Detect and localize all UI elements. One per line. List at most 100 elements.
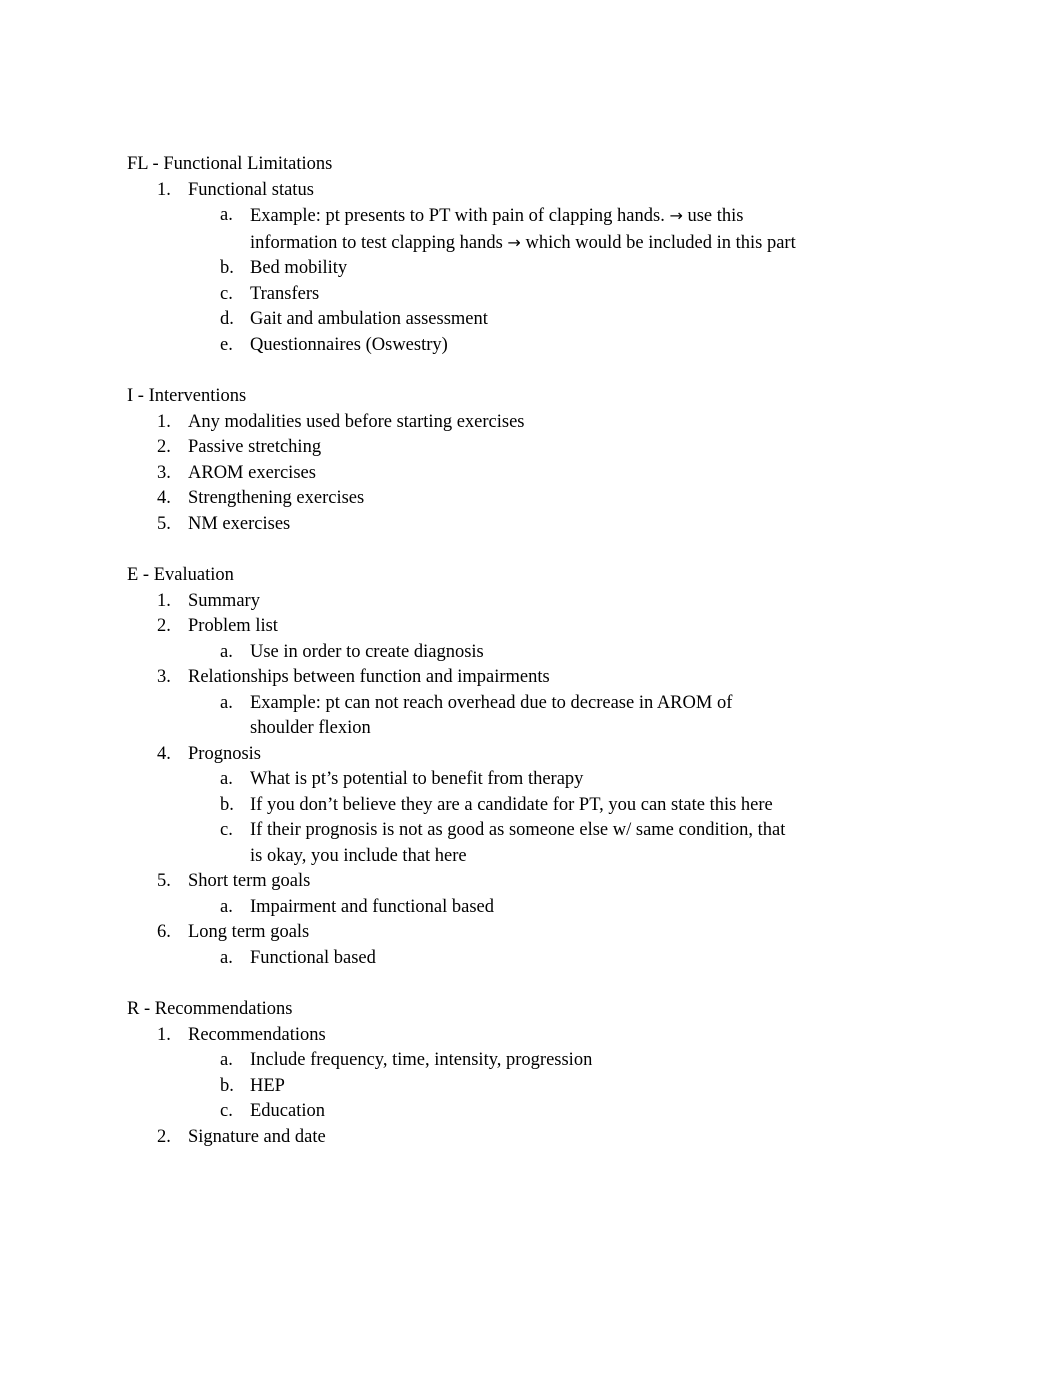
sub-list-item: b. HEP [188,1074,799,1100]
list-item: 2. Passive stretching [127,435,799,461]
outline-level1-list: 1. Summary 2. Problem list a. Use in order to… [127,589,799,972]
outline-level2-list: a. What is pt’s potential to benefit from… [188,767,799,869]
sub-list-marker: e. [220,334,233,355]
sub-list-item: a. Impairment and functional based [188,895,799,921]
sub-list-item: a. Example: pt presents to PT with pain o… [188,203,799,256]
section-heading: I - Interventions [127,386,247,406]
sub-list-marker: b. [220,794,234,815]
list-marker: 6. [157,922,171,942]
outline-level1-list: 1. Any modalities used before starting ex… [127,410,799,538]
list-marker: 3. [157,667,171,687]
document-page: FL - Functional Limitations 1. Functional … [0,0,1062,1377]
section-heading: FL - Functional Limitations [127,154,333,174]
sub-list-item-text: Bed mobility [250,258,348,278]
list-item: 2. Signature and date [127,1125,799,1151]
sub-list-item: b. Bed mobility [188,256,799,282]
list-item-text: NM exercises [188,513,291,534]
sub-list-item: a. Functional based [188,946,799,972]
sub-list-item-text: Include frequency, time, intensity, prog… [250,1050,593,1070]
sub-list-item-text: If their prognosis is not as good as som… [250,820,786,866]
sub-list-marker: a. [220,1050,233,1070]
outline-section: I - Interventions 1. Any modalities used b… [127,384,799,537]
outline-section: E - Evaluation 1. Summary 2. Problem list a. U… [127,563,799,971]
sub-list-marker: b. [220,258,234,278]
right-arrow-icon: → [669,206,683,225]
sub-list-marker: c. [220,283,233,304]
sub-list-marker: a. [220,205,233,225]
sub-list-item: c. If their prognosis is not as good as s… [188,818,799,869]
list-item: 3. AROM exercises [127,461,799,487]
sub-list-item: c. Education [188,1099,799,1125]
list-marker: 5. [157,513,171,534]
list-item: 1. Any modalities used before starting ex… [127,410,799,436]
sub-list-marker: b. [220,1075,234,1096]
list-item-text: AROM exercises [188,462,316,483]
list-item: 1. Recommendations a. Include frequency, ti… [127,1023,799,1125]
list-item: 6. Long term goals a. Functional based [127,920,799,971]
sub-list-item: a. Include frequency, time, intensity, pr… [188,1048,799,1074]
sub-list-item-text: Example: pt can not reach overhead due t… [250,692,733,739]
right-arrow-icon: → [507,232,521,252]
list-marker: 5. [157,871,171,891]
sub-list-item: b. If you don’t believe they are a candid… [188,793,799,819]
sub-list-item-text: Gait and ambulation assessment [250,309,488,329]
list-item-text: Signature and date [188,1126,326,1147]
sub-list-item-text: Example: pt presents to PT with pain of … [250,206,796,253]
list-marker: 4. [157,743,171,764]
sub-list-item-text: Transfers [250,283,320,304]
list-item-text: Short term goals [188,871,311,891]
sub-list-marker: d. [220,309,234,329]
outline-level1-list: 1. Recommendations a. Include frequency, ti… [127,1023,799,1151]
list-marker: 1. [157,1024,171,1045]
list-item: 1. Functional status a. Example: pt present… [127,178,799,359]
list-item: 4. Strengthening exercises [127,486,799,512]
document-body: FL - Functional Limitations 1. Functional … [127,152,799,1150]
list-item-text: Strengthening exercises [188,488,365,508]
outline-level2-list: a. Use in order to create diagnosis [188,640,799,666]
sub-list-item-text: If you don’t believe they are a candidat… [250,794,773,815]
section-heading: E - Evaluation [127,565,234,585]
outline-section: R - Recommendations 1. Recommendations a. In… [127,997,799,1150]
sub-list-item-text: Use in order to create diagnosis [250,641,484,662]
outline-level2-list: a. Example: pt presents to PT with pain o… [188,203,799,358]
sub-list-item-text: Questionnaires (Oswestry) [250,334,448,355]
list-item-text: Relationships between function and impai… [188,667,550,687]
list-marker: 3. [157,462,171,483]
sub-list-marker: a. [220,896,233,917]
list-marker: 1. [157,179,171,200]
outline-level2-list: a. Functional based [188,946,799,972]
list-item: 5. NM exercises [127,512,799,538]
list-item-text: Any modalities used before starting exer… [188,411,525,432]
list-item-text: Passive stretching [188,437,322,457]
list-item-text: Summary [188,590,260,611]
list-item: 2. Problem list a. Use in order to create d… [127,614,799,665]
list-marker: 1. [157,411,171,432]
sub-list-item-text: Education [250,1101,326,1121]
list-marker: 2. [157,616,171,636]
sub-list-marker: a. [220,641,233,662]
outline-level2-list: a. Example: pt can not reach overhead due… [188,691,799,742]
sub-list-item: d. Gait and ambulation assessment [188,307,799,333]
list-item-text: Recommendations [188,1024,326,1045]
list-marker: 4. [157,488,171,508]
sub-list-marker: a. [220,769,233,789]
sub-list-marker: a. [220,947,233,968]
list-marker: 2. [157,437,171,457]
sub-list-item-text: HEP [250,1075,285,1096]
sub-list-item: e. Questionnaires (Oswestry) [188,333,799,359]
list-marker: 1. [157,590,171,611]
section-heading: R - Recommendations [127,999,293,1019]
list-item: 1. Summary [127,589,799,615]
list-item-text: Functional status [188,179,314,200]
list-item-text: Long term goals [188,922,310,942]
list-item: 4. Prognosis a. What is pt’s potential to b… [127,742,799,870]
list-marker: 2. [157,1126,171,1147]
outline-level2-list: a. Include frequency, time, intensity, pr… [188,1048,799,1125]
sub-list-item-text: What is pt’s potential to benefit from t… [250,769,584,789]
sub-list-item-text: Impairment and functional based [250,896,495,917]
sub-list-marker: c. [220,820,233,840]
sub-list-item: c. Transfers [188,282,799,308]
sub-list-item-text: Functional based [250,947,376,968]
sub-list-item: a. What is pt’s potential to benefit from… [188,767,799,793]
sub-list-marker: c. [220,1101,233,1121]
